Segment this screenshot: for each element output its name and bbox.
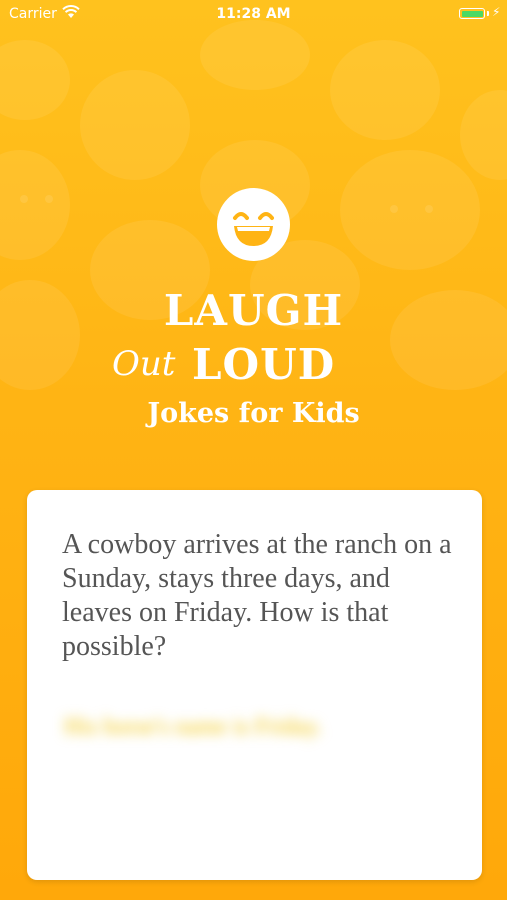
background-face-decoration [20,195,28,203]
app-title-out: Out [112,344,176,384]
background-face-decoration [0,40,70,120]
background-face-decoration [425,205,433,213]
bolt-icon: ⚡ [492,5,501,19]
background-face-decoration [390,205,398,213]
background-face-decoration [330,40,440,140]
battery-level [461,10,483,17]
battery-icon [459,8,485,19]
app-title-out-loud: Out LOUD [112,340,402,390]
background-face-decoration [200,20,310,90]
background-face-decoration [80,70,190,180]
app-screen: Carrier 11:28 AM ⚡ LAUGH Out LOUD Jokes … [0,0,507,900]
app-title-laugh: LAUGH [163,286,344,335]
background-face-decoration [45,195,53,203]
background-face-decoration [460,90,507,180]
clock-time: 11:28 AM [216,6,291,22]
background-face-decoration [0,150,70,260]
joke-card[interactable]: A cowboy arrives at the ranch on a Sunda… [27,490,482,880]
app-title-loud: LOUD [192,340,336,389]
battery-tip [487,11,489,16]
joke-answer-hidden[interactable]: His horse's name is Friday. [64,712,324,742]
background-face-decoration [340,150,480,270]
joke-question: A cowboy arrives at the ranch on a Sunda… [62,529,452,662]
laughing-face-icon [217,188,290,261]
status-bar: Carrier 11:28 AM ⚡ [0,0,507,30]
app-subtitle: Jokes for Kids [147,398,360,429]
